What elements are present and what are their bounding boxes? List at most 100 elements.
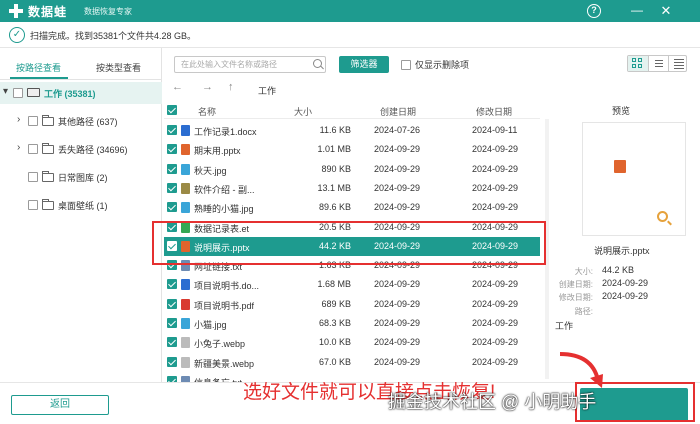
row-size: 89.6 KB [318,202,351,213]
tree-item-other-paths[interactable]: › 其他路径 (637) [0,110,162,132]
back-arrow-icon[interactable]: ← [172,81,183,93]
row-checkbox[interactable] [167,337,177,348]
table-row[interactable]: 项目说明书.do... 1.68 MB 2024-09-29 2024-09-29 [164,275,540,294]
tree-checkbox[interactable] [13,88,23,98]
row-checkbox[interactable] [167,125,177,135]
row-modified: 2024-09-29 [472,144,519,155]
drive-icon [27,88,40,97]
pdf-file-icon [181,298,190,310]
minimize-button[interactable]: — [629,3,645,19]
deleted-only-checkbox[interactable] [401,60,411,70]
deleted-only-toggle[interactable]: 仅显示删除项 [401,58,469,71]
select-all-checkbox[interactable] [167,105,177,115]
row-checkbox[interactable] [167,318,177,328]
app-logo-icon [9,4,23,18]
row-modified: 2024-09-29 [472,356,519,367]
row-checkbox[interactable] [167,144,177,155]
app-subtitle: 数据恢复专家 [84,7,132,16]
preview-title: 预览 [612,106,631,116]
meta-size-value: 44.2 KB [602,265,635,275]
column-name[interactable]: 名称 [198,105,216,118]
row-size: 1.01 MB [317,144,351,155]
up-arrow-icon[interactable]: ↑ [228,81,234,93]
folder-panel: 按路径查看 按类型查看 ▾ 工作 (35381) › 其他路径 (637) › … [0,48,162,382]
tree-checkbox[interactable] [28,172,38,182]
table-row[interactable]: 秋天.jpg 890 KB 2024-09-29 2024-09-29 [164,160,540,179]
forward-arrow-icon[interactable]: → [202,81,213,93]
tab-by-path[interactable]: 按路径查看 [16,61,61,74]
tree-item-lost-paths[interactable]: › 丢失路径 (34696) [0,138,162,160]
zip-file-icon [181,182,190,194]
row-checkbox[interactable] [167,163,177,174]
close-button[interactable]: ✕ [658,3,674,19]
tree-checkbox[interactable] [28,200,38,210]
tree-item-work[interactable]: ▾ 工作 (35381) [0,82,162,104]
row-modified: 2024-09-29 [472,279,519,290]
row-modified: 2024-09-11 [472,125,518,135]
column-created[interactable]: 创建日期 [380,105,416,118]
tree-item-wallpaper[interactable]: 桌面壁纸 (1) [0,194,162,216]
row-checkbox[interactable] [167,298,177,309]
docx-file-icon [181,279,190,291]
pptx-file-icon [181,144,190,156]
table-row[interactable]: 小兔子.webp 10.0 KB 2024-09-29 2024-09-29 [164,333,540,352]
table-row[interactable]: 项目说明书.pdf 689 KB 2024-09-29 2024-09-29 [164,295,540,314]
row-modified: 2024-09-29 [472,318,519,328]
table-row[interactable]: 小猫.jpg 68.3 KB 2024-09-29 2024-09-29 [164,314,540,333]
row-checkbox[interactable] [167,202,177,213]
preview-file-name: 说明展示.pptx [594,246,650,256]
folder-icon [42,171,54,182]
meta-modified-label: 修改日期: [558,293,593,302]
meta-modified-value: 2024-09-29 [602,291,649,301]
collapse-icon[interactable]: ▾ [3,86,8,97]
expand-icon[interactable]: › [17,114,20,125]
folder-icon [42,199,54,210]
meta-created-label: 创建日期: [558,280,593,289]
tree-item-label: 桌面壁纸 (1) [58,201,108,211]
search-placeholder: 在此处输入文件名称或路径 [181,60,277,69]
tree-item-label: 其他路径 (637) [58,117,118,127]
filter-button[interactable]: 筛选器 [339,56,389,73]
table-row[interactable]: 熟睡的小猫.jpg 89.6 KB 2024-09-29 2024-09-29 [164,198,540,217]
docx-file-icon [181,125,190,136]
view-switcher [627,55,687,72]
tab-by-type[interactable]: 按类型查看 [96,61,141,74]
row-checkbox[interactable] [167,356,177,367]
row-checkbox[interactable] [167,182,177,193]
row-modified: 2024-09-29 [472,337,519,348]
folder-icon [42,143,54,154]
tree-item-daily-gallery[interactable]: 日常图库 (2) [0,166,162,188]
help-icon[interactable]: ? [587,4,601,18]
search-input[interactable]: 在此处输入文件名称或路径 [174,56,326,73]
breadcrumb-current: 工作 [258,86,277,96]
back-button[interactable]: 返回 [11,395,109,415]
zoom-icon[interactable] [657,211,668,222]
table-row[interactable]: 期末用.pptx 1.01 MB 2024-09-29 2024-09-29 [164,140,540,159]
row-size: 13.1 MB [317,182,351,193]
detail-view-icon[interactable] [668,56,688,71]
row-modified: 2024-09-29 [472,202,519,213]
grid-view-icon[interactable] [628,56,648,71]
expand-icon[interactable]: › [17,142,20,153]
search-icon[interactable] [313,59,322,68]
row-modified: 2024-09-29 [472,298,519,309]
row-size: 890 KB [321,163,351,174]
row-checkbox[interactable] [167,279,177,290]
row-name: 期末用.pptx [194,146,241,157]
table-row[interactable]: 新疆美景.webp 67.0 KB 2024-09-29 2024-09-29 [164,353,540,372]
tree-checkbox[interactable] [28,144,38,154]
tree-checkbox[interactable] [28,116,38,126]
column-modified[interactable]: 修改日期 [476,105,512,118]
row-size: 68.3 KB [318,318,351,328]
view-mode-tabs: 按路径查看 按类型查看 [0,54,162,80]
active-tab-indicator [10,77,68,79]
row-name: 熟睡的小猫.jpg [194,204,254,215]
list-view-icon[interactable] [648,56,668,71]
red-arrow-icon [559,352,603,388]
column-size[interactable]: 大小 [294,105,312,118]
table-row[interactable]: 工作记录1.docx 11.6 KB 2024-07-26 2024-09-11 [164,121,540,140]
breadcrumb: ← → ↑ 工作 [164,80,540,98]
row-size: 689 KB [321,298,351,309]
pptx-file-icon [614,160,626,173]
table-row[interactable]: 软件介绍 - 副... 13.1 MB 2024-09-29 2024-09-29 [164,179,540,198]
